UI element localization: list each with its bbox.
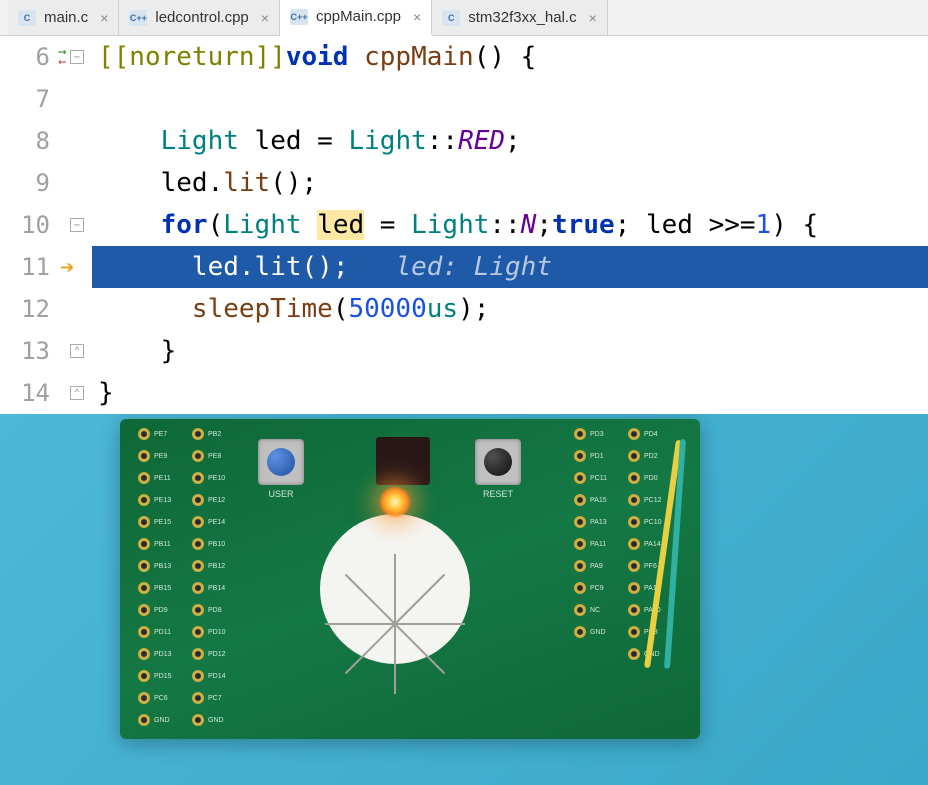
fold-row: ⌃ xyxy=(62,330,92,372)
line-number: 9 xyxy=(0,162,50,204)
user-button: USER xyxy=(258,439,304,485)
code-line-current[interactable]: led.lit(); led: Light xyxy=(92,246,928,288)
pin-row: PD10 xyxy=(192,621,246,643)
pin-row: PD12 xyxy=(192,643,246,665)
line-number: 7 xyxy=(0,78,50,120)
pin-row: PB11 xyxy=(138,533,192,555)
pin-row: PD9 xyxy=(138,599,192,621)
tab-label: ledcontrol.cpp xyxy=(155,9,248,26)
inline-hint: led: Light xyxy=(395,252,552,282)
fold-collapse-icon[interactable]: − xyxy=(70,50,84,64)
pin-row: PD11 xyxy=(138,621,192,643)
fold-row: →← − xyxy=(62,36,92,78)
pin-column-left: PE7PE9PE11PE13PE15PB11PB13PB15PD9PD11PD1… xyxy=(138,423,192,731)
c-file-icon: C xyxy=(442,10,460,26)
button-label: RESET xyxy=(475,489,521,499)
pin-row: PB10 xyxy=(192,533,246,555)
pin-row: PD8 xyxy=(192,599,246,621)
pin-row: PD13 xyxy=(138,643,192,665)
cpp-file-icon: C++ xyxy=(290,9,308,25)
fold-row: ➔ xyxy=(62,246,92,288)
close-icon[interactable]: × xyxy=(589,10,597,26)
pin-column-left2: PB2PE8PE10PE12PE14PB10PB12PB14PD8PD10PD1… xyxy=(192,423,246,731)
pin-row: PE7 xyxy=(138,423,192,445)
code-editor[interactable]: 6 7 8 9 10 11 12 13 14 →← − − ➔ ⌃ ⌃ [[no… xyxy=(0,36,928,414)
pin-row: GND xyxy=(192,709,246,731)
close-icon[interactable]: × xyxy=(413,9,421,25)
line-number: 8 xyxy=(0,120,50,162)
pin-row: PB13 xyxy=(138,555,192,577)
line-number: 14 xyxy=(0,372,50,414)
fold-close-icon[interactable]: ⌃ xyxy=(70,344,84,358)
tab-stm32hal[interactable]: C stm32f3xx_hal.c × xyxy=(432,0,608,35)
cpp-file-icon: C++ xyxy=(129,10,147,26)
line-gutter: 6 7 8 9 10 11 12 13 14 xyxy=(0,36,62,414)
pin-row: PE11 xyxy=(138,467,192,489)
pin-row: PB14 xyxy=(192,577,246,599)
tab-bar: C main.c × C++ ledcontrol.cpp × C++ cppM… xyxy=(0,0,928,36)
line-number: 10 xyxy=(0,204,50,246)
code-line[interactable]: [[noreturn]]void cppMain() { xyxy=(92,36,928,78)
ic-chip xyxy=(376,437,430,485)
wires xyxy=(620,439,760,679)
pin-row: PE15 xyxy=(138,511,192,533)
c-file-icon: C xyxy=(18,10,36,26)
pin-row: PB12 xyxy=(192,555,246,577)
tab-ledcontrol[interactable]: C++ ledcontrol.cpp × xyxy=(119,0,280,35)
execution-pointer-icon: ➔ xyxy=(60,253,88,281)
code-line[interactable]: sleepTime(50000us); xyxy=(92,288,928,330)
code-line[interactable]: led.lit(); xyxy=(92,162,928,204)
close-icon[interactable]: × xyxy=(261,10,269,26)
button-cap-black xyxy=(484,448,512,476)
code-line[interactable] xyxy=(92,78,928,120)
code-line[interactable]: for(Light led = Light::N;true; led >>=1)… xyxy=(92,204,928,246)
reset-button: RESET xyxy=(475,439,521,485)
tab-label: cppMain.cpp xyxy=(316,8,401,25)
pin-row: PB2 xyxy=(192,423,246,445)
code-line[interactable]: } xyxy=(92,330,928,372)
code-line[interactable]: } xyxy=(92,372,928,414)
fold-row: ⌃ xyxy=(62,372,92,414)
diff-arrows-icon: →← xyxy=(58,47,66,67)
close-icon[interactable]: × xyxy=(100,10,108,26)
code-line[interactable]: Light led = Light::RED; xyxy=(92,120,928,162)
pin-row: PE8 xyxy=(192,445,246,467)
pcb-board: PE7PE9PE11PE13PE15PB11PB13PB15PD9PD11PD1… xyxy=(120,419,700,739)
pin-row: PD15 xyxy=(138,665,192,687)
button-cap-blue xyxy=(267,448,295,476)
fold-gutter: →← − − ➔ ⌃ ⌃ xyxy=(62,36,92,414)
pin-row: GND xyxy=(138,709,192,731)
tab-label: main.c xyxy=(44,9,88,26)
button-label: USER xyxy=(258,489,304,499)
fold-row: − xyxy=(62,204,92,246)
line-number: 13 xyxy=(0,330,50,372)
fold-collapse-icon[interactable]: − xyxy=(70,218,84,232)
pin-row: PE13 xyxy=(138,489,192,511)
led-on-icon xyxy=(380,487,410,517)
pin-row: PE10 xyxy=(192,467,246,489)
pin-row: PE9 xyxy=(138,445,192,467)
pin-row: PE14 xyxy=(192,511,246,533)
line-number: 12 xyxy=(0,288,50,330)
tab-label: stm32f3xx_hal.c xyxy=(468,9,576,26)
tab-main-c[interactable]: C main.c × xyxy=(8,0,119,35)
pin-row: PC7 xyxy=(192,687,246,709)
tab-cppmain[interactable]: C++ cppMain.cpp × xyxy=(280,0,432,36)
pin-row: PE12 xyxy=(192,489,246,511)
fold-close-icon[interactable]: ⌃ xyxy=(70,386,84,400)
pin-row: PD14 xyxy=(192,665,246,687)
led-compass xyxy=(320,514,470,664)
line-number: 11 xyxy=(0,246,50,288)
line-number: 6 xyxy=(0,36,50,78)
pin-row: PB15 xyxy=(138,577,192,599)
pin-row: PC6 xyxy=(138,687,192,709)
board-photo: PE7PE9PE11PE13PE15PB11PB13PB15PD9PD11PD1… xyxy=(0,414,928,785)
code-content[interactable]: [[noreturn]]void cppMain() { Light led =… xyxy=(92,36,928,414)
